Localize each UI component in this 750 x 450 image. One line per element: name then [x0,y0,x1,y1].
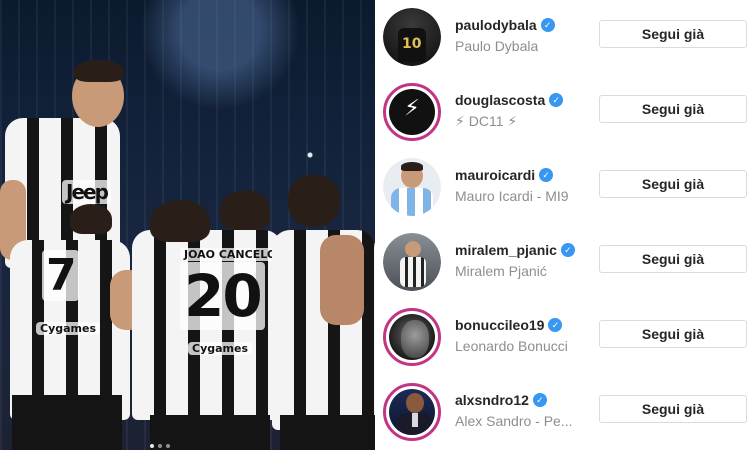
player-photo-avatar[interactable] [383,233,441,291]
following-list: 10 paulodybala ✓ Paulo Dybala Segui già … [375,0,750,450]
sleeve-sponsor: Cygames [36,322,101,335]
verified-badge-icon: ✓ [532,393,547,407]
following-button[interactable]: Segui già [599,320,747,348]
jersey-number: 7 [42,250,79,301]
following-button[interactable]: Segui già [599,395,747,423]
carousel-dots [150,444,170,448]
username[interactable]: mauroicardi ✓ [455,167,554,183]
following-button[interactable]: Segui già [599,95,747,123]
list-item: alxsndro12 ✓ Alex Sandro - Pe... Segui g… [375,375,750,450]
verified-badge-icon: ✓ [539,168,554,182]
full-name: Leonardo Bonucci [455,338,568,354]
username[interactable]: miralem_pjanic ✓ [455,242,575,258]
list-item: mauroicardi ✓ Mauro Icardi - MI9 Segui g… [375,150,750,225]
verified-badge-icon: ✓ [540,18,555,32]
full-name: Mauro Icardi - MI9 [455,188,569,204]
username-text: bonuccileo19 [455,317,545,333]
username[interactable]: alxsndro12 ✓ [455,392,547,408]
following-button[interactable]: Segui già [599,20,747,48]
sponsor-text: Jeep [62,180,111,204]
username[interactable]: bonuccileo19 ✓ [455,317,563,333]
sleeve-sponsor: Cygames [188,342,253,355]
list-item: bonuccileo19 ✓ Leonardo Bonucci Segui gi… [375,300,750,375]
suit-portrait-avatar[interactable] [383,383,441,441]
full-name: Alex Sandro - Pe... [455,413,573,429]
following-button[interactable]: Segui già [599,170,747,198]
list-item: miralem_pjanic ✓ Miralem Pjanić Segui gi… [375,225,750,300]
username-text: miralem_pjanic [455,242,557,258]
following-button[interactable]: Segui già [599,245,747,273]
full-name: Paulo Dybala [455,38,539,54]
face-portrait-avatar[interactable] [383,308,441,366]
verified-badge-icon: ✓ [548,318,563,332]
username-text: paulodybala [455,17,537,33]
lightning-logo-avatar[interactable]: ⚡ [383,83,441,141]
jersey-10-avatar[interactable]: 10 [383,8,441,66]
username[interactable]: paulodybala ✓ [455,17,555,33]
username-text: douglascosta [455,92,546,108]
full-name: ⚡ DC11 ⚡ [455,113,518,129]
verified-badge-icon: ✓ [549,93,564,107]
list-item: 10 paulodybala ✓ Paulo Dybala Segui già [375,0,750,75]
argentina-jersey-avatar[interactable] [383,158,441,216]
post-photo[interactable]: Jeep 7 Cygames JOAO CANCELO 20 Cygames [0,0,375,450]
full-name: Miralem Pjanić [455,263,547,279]
player-figure [260,175,375,450]
jersey-number: 20 [180,262,265,330]
list-item: ⚡ douglascosta ✓ ⚡ DC11 ⚡ Segui già [375,75,750,150]
username[interactable]: douglascosta ✓ [455,92,564,108]
username-text: alxsndro12 [455,392,529,408]
username-text: mauroicardi [455,167,536,183]
verified-badge-icon: ✓ [560,243,575,257]
